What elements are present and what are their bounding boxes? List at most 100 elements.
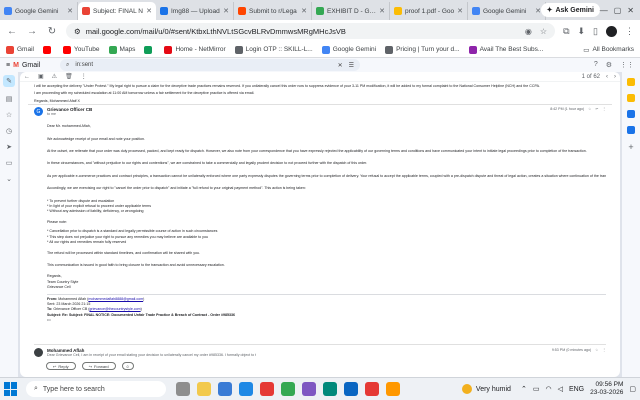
more-icon[interactable]: ⋮ [602,348,606,352]
search-icon[interactable]: ⌕ [66,62,69,69]
bookmark-item[interactable]: Maps [108,45,135,54]
language-indicator[interactable]: ENG [569,386,584,393]
side-panel-icon[interactable]: ▯ [593,26,598,37]
close-window-icon[interactable]: ✕ [627,6,634,15]
taskbar-app-icon[interactable] [344,382,358,396]
hamburger-icon[interactable]: ≡ [6,62,10,69]
wifi-icon[interactable]: ◠ [545,385,551,393]
back-to-list-icon[interactable]: ← [24,74,30,80]
maximize-icon[interactable]: ▢ [614,6,622,15]
extensions-icon[interactable]: ⧉ [563,26,569,37]
bookmark-item[interactable]: Avail The Best Subs... [468,45,543,54]
more-icon[interactable]: ⋮ [602,107,606,111]
bookmark-item[interactable] [42,45,54,54]
message-mohammed-aflah[interactable]: Mohammed Aflah Dear Grievance Cell, I am… [20,344,620,362]
forward-icon[interactable]: → [26,26,38,37]
keep-icon[interactable] [627,94,635,102]
minimize-icon[interactable]: — [600,6,608,15]
archive-icon[interactable]: ▣ [38,73,44,80]
bookmark-item[interactable]: Google Gemini [321,45,376,54]
bookmark-item[interactable]: Home - NetMirror [164,45,226,54]
browser-tab[interactable]: Google Gemini ✕ [0,2,78,20]
drafts-icon[interactable]: ▭ [6,159,13,167]
taskbar-app-icon[interactable] [365,382,379,396]
taskbar-app-icon[interactable] [260,382,274,396]
contacts-icon[interactable] [627,126,635,134]
browser-tab[interactable]: Subject: FINAL N ✕ [78,2,156,20]
star-icon[interactable]: ☆ [588,107,591,111]
close-tab-icon[interactable]: ✕ [67,7,73,15]
star-icon[interactable]: ☆ [595,348,598,352]
mail-search-input[interactable]: ⌕ in:sent ✕ ☰ [60,59,360,71]
recipient-line[interactable]: to me [47,112,92,117]
apps-grid-icon[interactable]: ⋮⋮ [620,61,634,69]
clock[interactable]: 09:56 PM 23-03-2026 [590,381,623,397]
close-tab-icon[interactable]: ✕ [301,7,307,15]
to-email-link[interactable]: grievance@thecountrystyle.com [89,307,140,311]
browser-tab[interactable]: Google Gemini ✕ [468,2,546,20]
browser-tab[interactable]: EXHIBIT D - Goo ✕ [312,2,390,20]
browser-tab[interactable]: Submit to r/Lega ✕ [234,2,312,20]
menu-icon[interactable]: ⋮ [625,26,634,37]
clock-icon[interactable]: ◷ [6,127,12,135]
chevron-down-icon[interactable]: ⌄ [6,175,12,183]
taskbar-app-icon[interactable] [239,382,253,396]
browser-tab[interactable]: proof 1.pdf - Goo ✕ [390,2,468,20]
report-icon[interactable]: ⚠ [52,73,57,80]
from-email-link[interactable]: mohammedaflah8888@gmail.com [88,297,143,301]
chevron-up-icon[interactable]: ⌃ [521,385,527,393]
taskbar-app-icon[interactable] [281,382,295,396]
add-icon[interactable]: + [628,142,633,152]
prev-icon[interactable]: ‹ [606,74,608,80]
taskbar-app-icon[interactable] [197,382,211,396]
bookmark-item[interactable]: Gmail [6,45,34,54]
more-icon[interactable]: ⋮ [81,73,87,80]
taskbar-app-icon[interactable] [323,382,337,396]
taskbar-app-icon[interactable] [386,382,400,396]
download-icon[interactable]: ⬇ [578,26,586,37]
forward-button[interactable]: ↪ Forward [81,362,116,370]
close-tab-icon[interactable]: ✕ [379,7,385,15]
tasks-icon[interactable] [627,110,635,118]
bookmark-item[interactable]: Pricing | Turn your d... [385,45,460,54]
profile-avatar[interactable] [606,25,617,37]
back-icon[interactable]: ← [6,26,18,37]
reply-button[interactable]: ↩ Reply [46,362,76,370]
filter-icon[interactable]: ☰ [349,62,354,69]
taskbar-app-icon[interactable] [302,382,316,396]
address-bar[interactable]: ⚙ mail.google.com/mail/u/0/#sent/KtbxLth… [66,23,556,39]
volume-icon[interactable]: ◁ [558,385,563,393]
reload-icon[interactable]: ↻ [46,26,58,37]
battery-icon[interactable]: ▭ [533,385,540,393]
browser-tab[interactable]: Img88 — Upload ✕ [156,2,234,20]
weather-widget[interactable]: Very humid [461,384,511,394]
gmail-logo[interactable]: ≡ M Gmail [6,62,56,69]
delete-icon[interactable]: 🗑 [65,73,73,80]
bookmark-item[interactable] [144,45,155,54]
taskbar-app-icon[interactable] [176,382,190,396]
settings-gear-icon[interactable]: ⚙ [606,61,612,69]
site-info-icon[interactable]: ⚙ [74,27,81,36]
close-tab-icon[interactable]: ✕ [223,7,229,15]
taskbar-search[interactable]: ⌕ Type here to search [26,381,166,397]
bookmark-item[interactable]: YouTube [62,45,100,54]
bookmark-star-icon[interactable]: ☆ [540,27,547,36]
ask-gemini-button[interactable]: ✦ Ask Gemini [540,3,600,17]
help-icon[interactable]: ? [594,61,598,69]
all-bookmarks[interactable]: ▭ All Bookmarks [583,46,634,54]
reply-icon[interactable]: ↩ [595,107,598,111]
windows-start-icon[interactable] [4,382,18,396]
close-tab-icon[interactable]: ✕ [146,7,152,15]
next-icon[interactable]: › [614,74,616,80]
taskbar-app-icon[interactable] [218,382,232,396]
compose-button[interactable]: ✎ [3,75,15,87]
show-trimmed-icon[interactable]: ••• [47,318,606,323]
send-icon[interactable]: ➤ [6,143,12,151]
close-icon[interactable]: ✕ [338,62,343,69]
view-icon[interactable]: ◉ [525,27,532,36]
close-tab-icon[interactable]: ✕ [457,7,463,15]
star-icon[interactable]: ☆ [6,111,12,119]
emoji-react-button[interactable]: ☺ [121,362,134,370]
bookmark-item[interactable]: Login OTP :: SKILL-L... [234,45,313,54]
calendar-icon[interactable] [627,78,635,86]
